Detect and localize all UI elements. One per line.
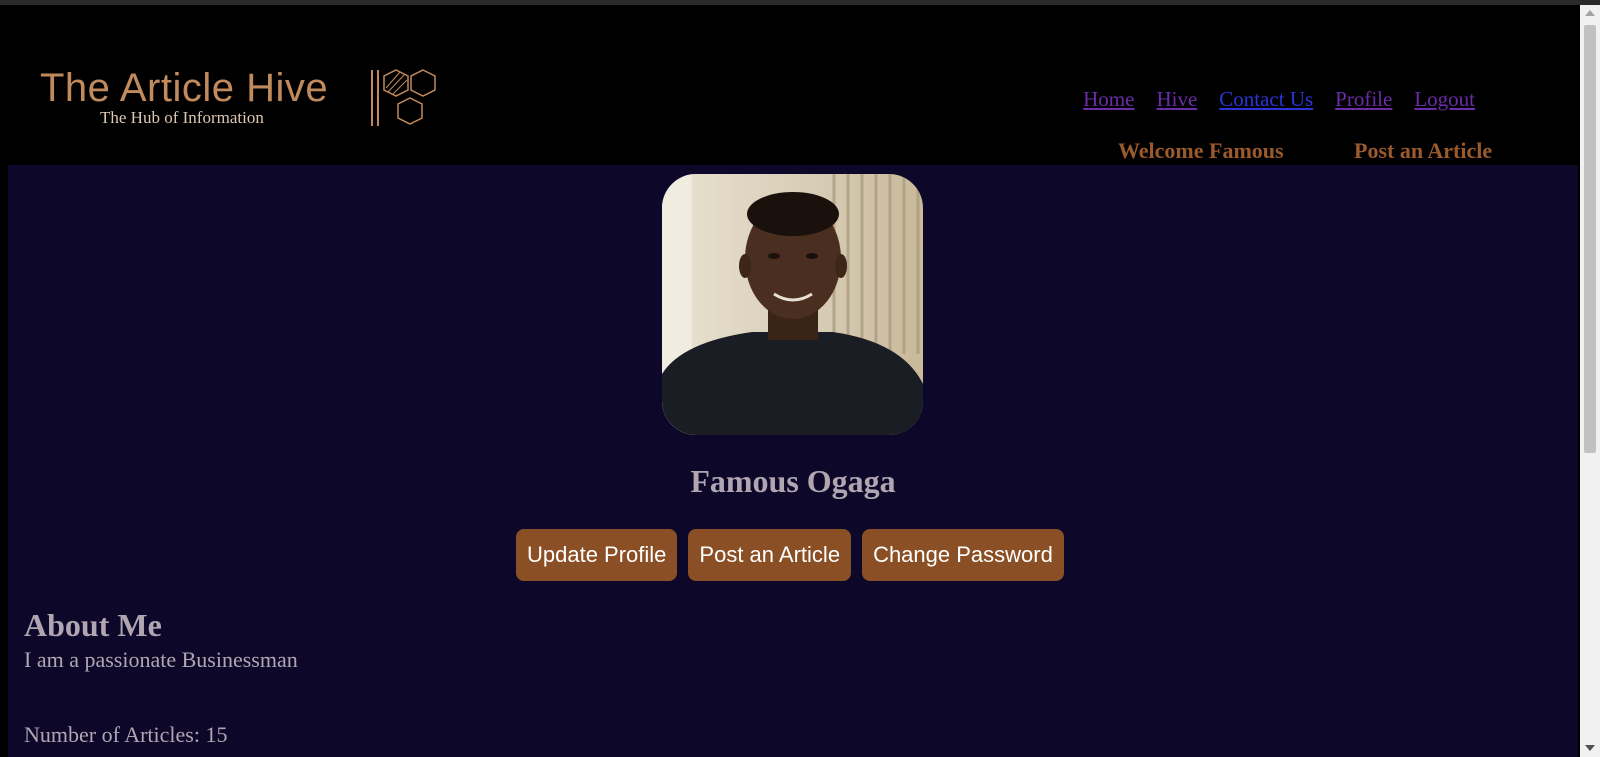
profile-photo <box>662 174 923 435</box>
nav-home-link[interactable]: Home <box>1083 87 1134 112</box>
profile-actions: Update Profile Post an Article Change Pa… <box>516 529 1064 581</box>
profile-avatar <box>662 174 923 435</box>
nav-hive-link[interactable]: Hive <box>1156 87 1197 112</box>
change-password-button[interactable]: Change Password <box>862 529 1064 581</box>
about-heading: About Me <box>24 607 162 643</box>
scroll-down-arrow-icon[interactable] <box>1585 745 1595 751</box>
main-nav: Home Hive Contact Us Profile Logout <box>1083 87 1475 112</box>
scroll-thumb[interactable] <box>1584 25 1596 453</box>
hexagon-logo-icon <box>371 69 436 126</box>
logo-subtitle: The Hub of Information <box>100 108 264 127</box>
profile-section: Famous Ogaga Update Profile Post an Arti… <box>8 165 1578 757</box>
nav-logout-link[interactable]: Logout <box>1414 87 1475 112</box>
welcome-message: Welcome Famous <box>1118 138 1284 163</box>
page-scrollbar[interactable] <box>1580 5 1600 757</box>
nav-contact-link[interactable]: Contact Us <box>1219 87 1313 112</box>
nav-profile-link[interactable]: Profile <box>1335 87 1392 112</box>
site-logo[interactable]: The Article Hive The Hub of Information <box>40 66 450 130</box>
logo-title: The Article Hive <box>40 66 329 110</box>
site-header: The Article Hive The Hub of Information … <box>8 5 1578 165</box>
about-text: I am a passionate Businessman <box>24 647 298 672</box>
articles-count: Number of Articles: 15 <box>24 722 228 747</box>
post-article-button[interactable]: Post an Article <box>688 529 852 581</box>
header-post-article-link[interactable]: Post an Article <box>1354 138 1492 164</box>
scroll-up-arrow-icon[interactable] <box>1585 10 1595 16</box>
update-profile-button[interactable]: Update Profile <box>516 529 678 581</box>
profile-name: Famous Ogaga <box>690 463 896 499</box>
